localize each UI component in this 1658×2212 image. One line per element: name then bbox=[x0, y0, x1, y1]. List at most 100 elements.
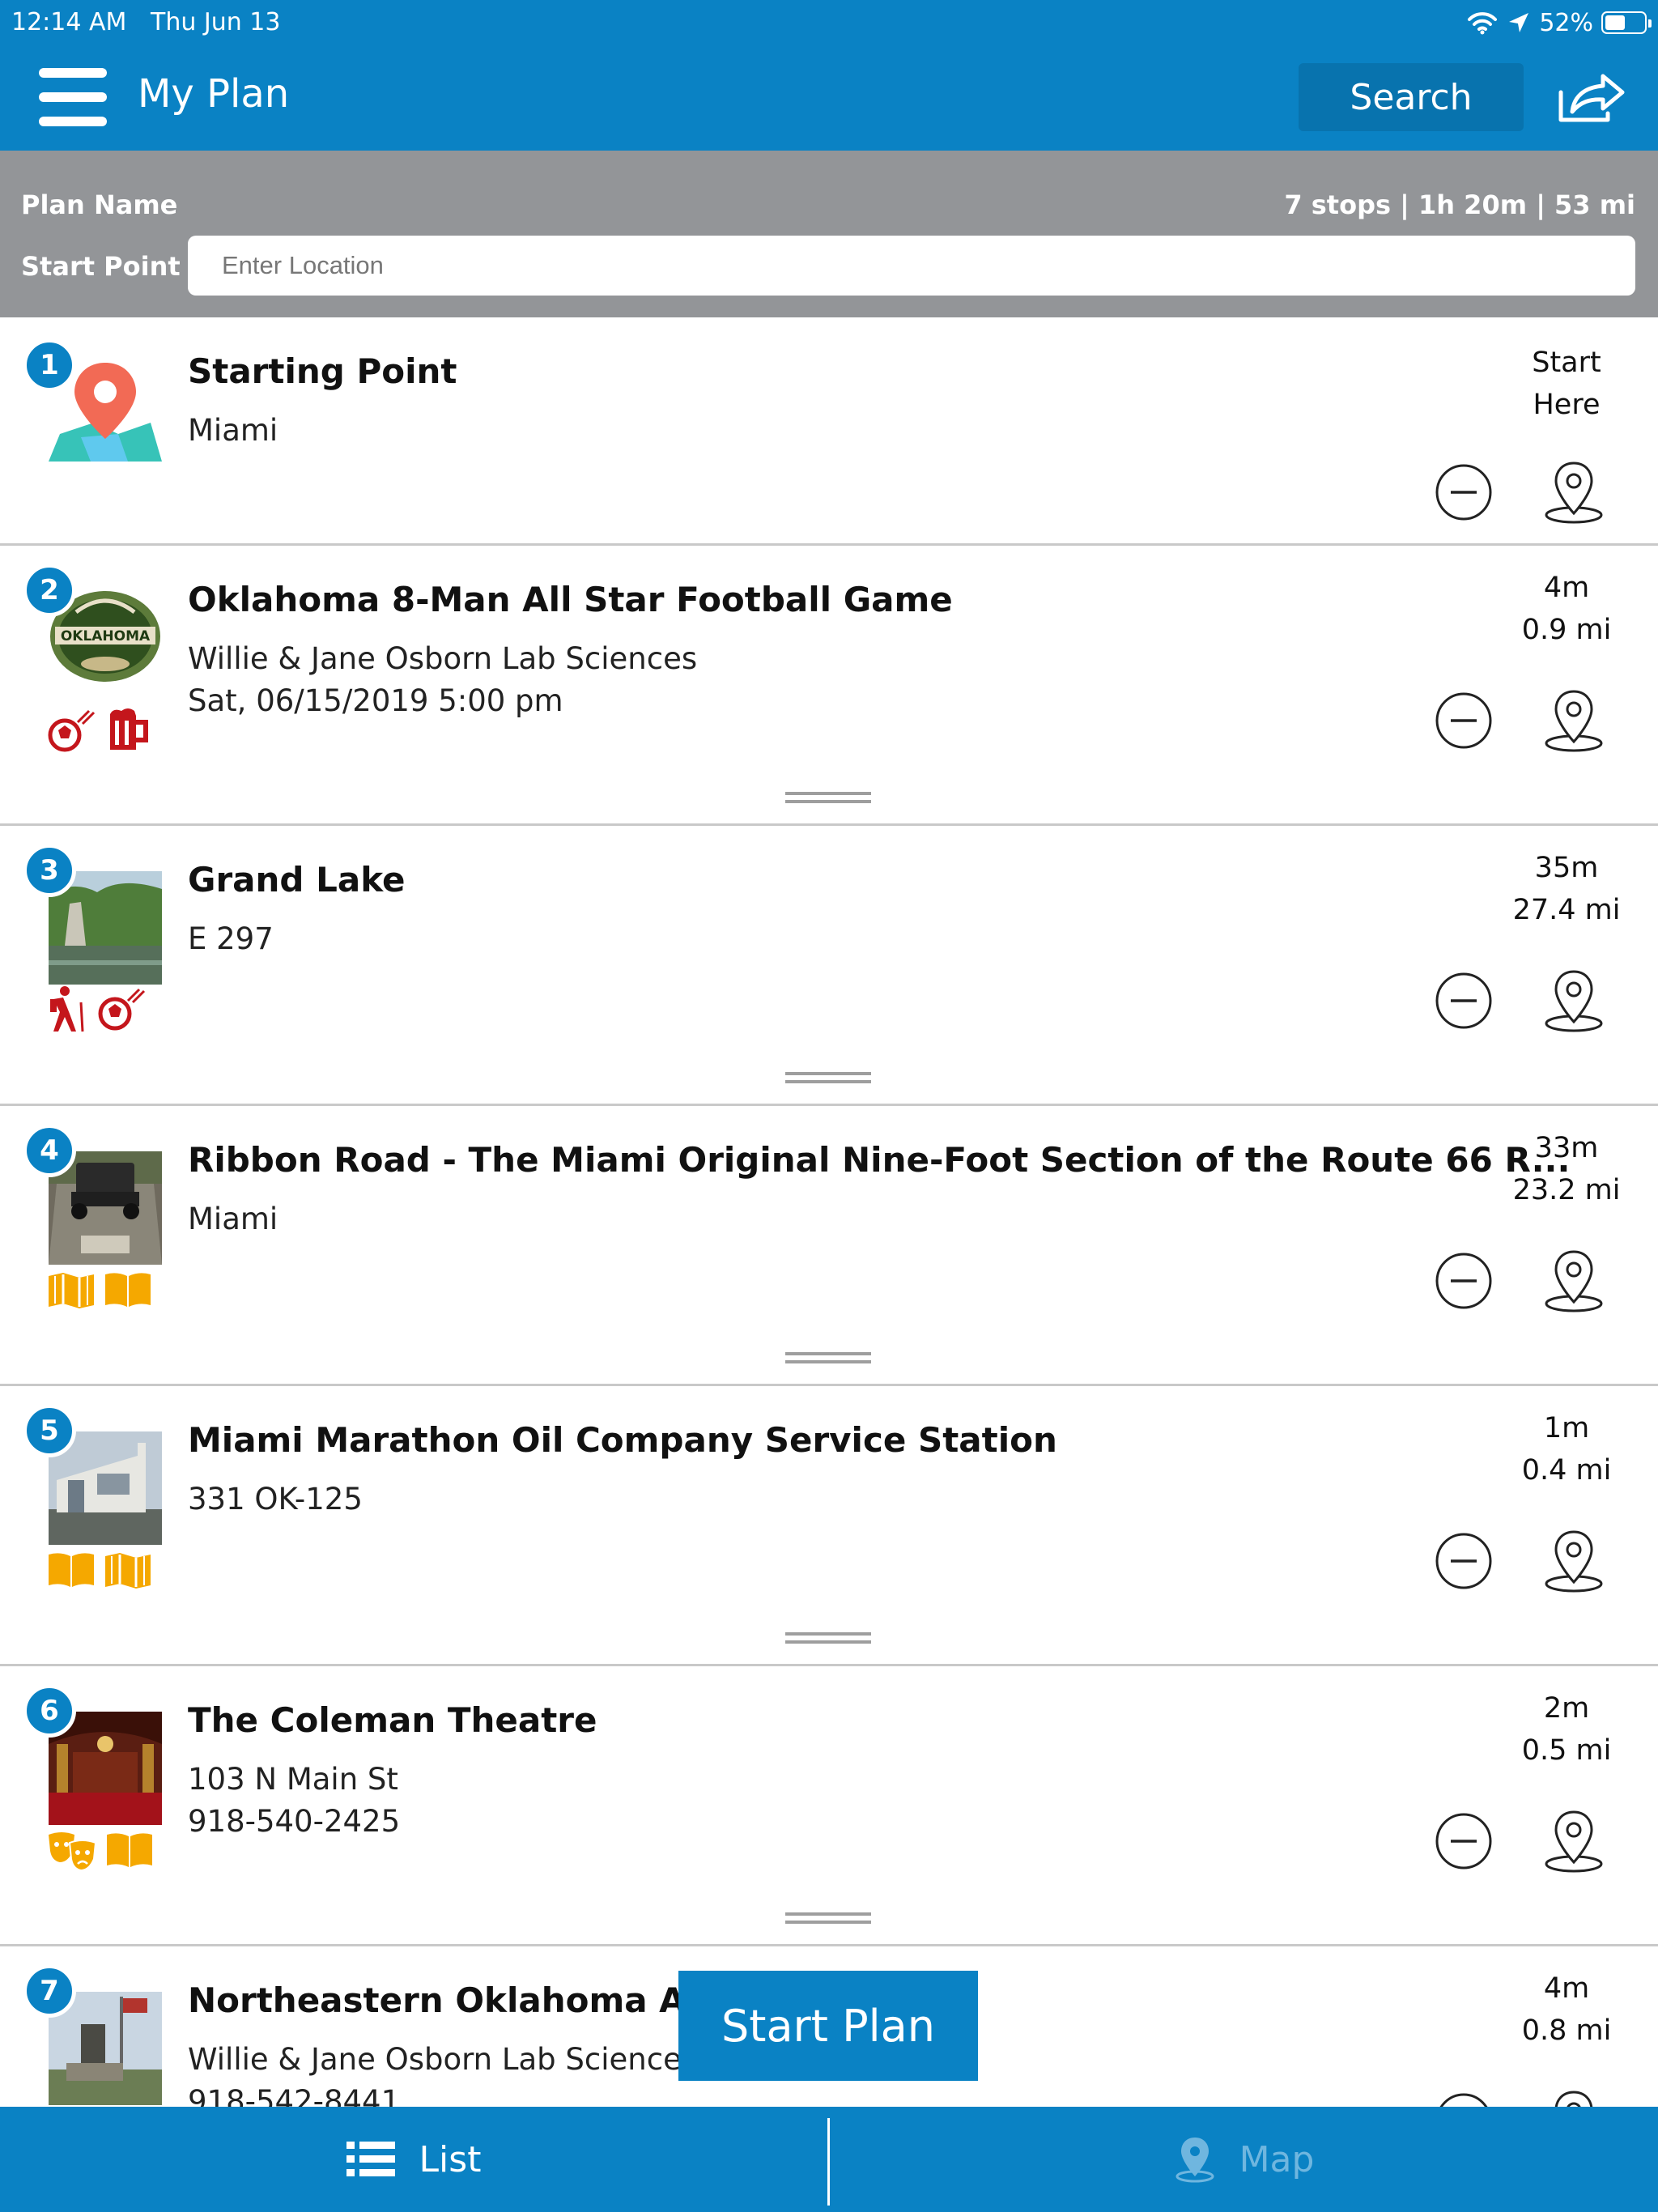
book-icon bbox=[105, 1273, 151, 1307]
battery-percent: 52% bbox=[1539, 8, 1593, 37]
plan-stop[interactable]: 1 Starting Point Miami Start Here bbox=[0, 317, 1658, 546]
start-point-label: Start Point bbox=[21, 251, 181, 282]
bottom-tab-bar: List Map bbox=[0, 2107, 1658, 2212]
map-icon bbox=[105, 1553, 151, 1589]
stop-address: 331 OK-125 bbox=[188, 1482, 363, 1516]
stop-name[interactable]: Northeastern Oklahoma A&M bbox=[188, 1980, 749, 2020]
plan-summary: 7 stops | 1h 20m | 53 mi bbox=[1284, 189, 1635, 220]
travel-time: Start bbox=[1532, 347, 1601, 379]
tab-list-label: List bbox=[419, 2138, 482, 2180]
stop-name[interactable]: Starting Point bbox=[188, 351, 457, 391]
stop-address: Miami bbox=[188, 413, 278, 448]
stop-travel-info: 4m 0.8 mi bbox=[1482, 1967, 1652, 2052]
map-pin-icon[interactable] bbox=[1543, 2089, 1605, 2107]
map-icon bbox=[49, 1273, 94, 1308]
plan-stop[interactable]: 4 Ribbon Road - The Miami Original Nine-… bbox=[0, 1106, 1658, 1386]
travel-time: 2m bbox=[1543, 1692, 1590, 1725]
status-bar: 12:14 AM Thu Jun 13 52% bbox=[11, 6, 1652, 39]
start-plan-button[interactable]: Start Plan bbox=[678, 1971, 978, 2081]
status-time: 12:14 AM bbox=[11, 8, 127, 36]
stop-datetime: Sat, 06/15/2019 5:00 pm bbox=[188, 683, 563, 718]
reorder-handle[interactable] bbox=[785, 1912, 871, 1925]
stop-travel-info: 35m 27.4 mi bbox=[1482, 847, 1652, 931]
stop-name[interactable]: Miami Marathon Oil Company Service Stati… bbox=[188, 1420, 1057, 1460]
stop-number-badge: 4 bbox=[23, 1124, 76, 1177]
page-title: My Plan bbox=[138, 71, 290, 117]
plan-stop[interactable]: 6 The Coleman Theatre 103 N Main St 918-… bbox=[0, 1666, 1658, 1946]
stop-venue: Willie & Jane Osborn Lab Sciences bbox=[188, 2042, 698, 2077]
svg-text:OKLAHOMA: OKLAHOMA bbox=[61, 628, 151, 644]
list-icon bbox=[346, 2142, 395, 2176]
stop-number-badge: 3 bbox=[23, 844, 76, 897]
map-pin-icon[interactable] bbox=[1543, 1809, 1605, 1874]
map-pin-icon bbox=[1175, 2138, 1214, 2183]
stop-travel-info: 1m 0.4 mi bbox=[1482, 1407, 1652, 1491]
start-location-input[interactable] bbox=[188, 236, 1635, 296]
stop-name[interactable]: Grand Lake bbox=[188, 860, 406, 900]
wifi-icon bbox=[1468, 12, 1498, 35]
map-pin-icon[interactable] bbox=[1543, 460, 1605, 525]
stop-travel-info: 2m 0.5 mi bbox=[1482, 1687, 1652, 1772]
tab-map-label: Map bbox=[1239, 2138, 1315, 2180]
stop-address: E 297 bbox=[188, 921, 274, 956]
stop-phone[interactable]: 918-542-8441 bbox=[188, 2084, 400, 2107]
remove-stop-icon[interactable] bbox=[1435, 2092, 1493, 2107]
location-arrow-icon bbox=[1509, 13, 1529, 32]
tab-map[interactable]: Map bbox=[831, 2107, 1658, 2212]
tab-list[interactable]: List bbox=[0, 2107, 827, 2212]
share-icon[interactable] bbox=[1558, 73, 1626, 123]
remove-stop-icon[interactable] bbox=[1435, 463, 1493, 521]
sports-icon bbox=[98, 988, 146, 1031]
stop-number-badge: 6 bbox=[23, 1684, 76, 1738]
travel-distance: 0.9 mi bbox=[1521, 614, 1612, 646]
stop-phone[interactable]: 918-540-2425 bbox=[188, 1804, 400, 1839]
remove-stop-icon[interactable] bbox=[1435, 1812, 1493, 1870]
map-pin-icon[interactable] bbox=[1543, 1249, 1605, 1313]
reorder-handle[interactable] bbox=[785, 1632, 871, 1645]
stop-travel-info: Start Here bbox=[1482, 342, 1652, 426]
status-date: Thu Jun 13 bbox=[151, 8, 281, 36]
stop-number-badge: 5 bbox=[23, 1404, 76, 1457]
stop-travel-info: 4m 0.9 mi bbox=[1482, 567, 1652, 651]
stop-name[interactable]: Ribbon Road - The Miami Original Nine-Fo… bbox=[188, 1140, 1570, 1180]
category-icons bbox=[47, 1551, 152, 1600]
search-button[interactable]: Search bbox=[1299, 63, 1524, 131]
stop-number-badge: 1 bbox=[23, 338, 76, 392]
theater-masks-icon bbox=[49, 1832, 97, 1872]
map-pin-icon[interactable] bbox=[1543, 968, 1605, 1033]
stop-address: 103 N Main St bbox=[188, 1762, 398, 1797]
remove-stop-icon[interactable] bbox=[1435, 691, 1493, 750]
stop-number-badge: 2 bbox=[23, 564, 76, 617]
category-icons bbox=[47, 706, 151, 755]
map-pin-icon[interactable] bbox=[1543, 688, 1605, 753]
remove-stop-icon[interactable] bbox=[1435, 972, 1493, 1030]
remove-stop-icon[interactable] bbox=[1435, 1532, 1493, 1590]
map-pin-icon[interactable] bbox=[1543, 1529, 1605, 1593]
reorder-handle[interactable] bbox=[785, 1352, 871, 1365]
plan-stop[interactable]: 3 Grand Lake E 297 35m 27.4 mi bbox=[0, 826, 1658, 1106]
category-icons bbox=[47, 1271, 152, 1320]
stop-name[interactable]: The Coleman Theatre bbox=[188, 1700, 597, 1740]
stop-number-badge: 7 bbox=[23, 1964, 76, 2018]
travel-distance: 23.2 mi bbox=[1512, 1174, 1621, 1206]
stop-name[interactable]: Oklahoma 8-Man All Star Football Game bbox=[188, 580, 953, 619]
book-icon bbox=[49, 1553, 94, 1587]
category-icons bbox=[47, 985, 147, 1033]
hiking-icon bbox=[50, 986, 84, 1032]
category-icons bbox=[47, 1831, 154, 1880]
stop-address: Miami bbox=[188, 1202, 278, 1236]
beer-mug-icon bbox=[110, 708, 148, 750]
reorder-handle[interactable] bbox=[785, 1072, 871, 1085]
travel-time: 4m bbox=[1543, 1972, 1590, 2005]
reorder-handle[interactable] bbox=[785, 792, 871, 805]
plan-name-label[interactable]: Plan Name bbox=[21, 189, 177, 220]
travel-distance: 0.4 mi bbox=[1521, 1454, 1612, 1487]
remove-stop-icon[interactable] bbox=[1435, 1252, 1493, 1310]
stop-travel-info: 33m 23.2 mi bbox=[1482, 1127, 1652, 1211]
menu-icon[interactable] bbox=[39, 66, 107, 128]
travel-time: 35m bbox=[1534, 852, 1599, 884]
travel-time: 33m bbox=[1534, 1132, 1599, 1164]
status-indicators: 52% bbox=[1466, 6, 1652, 39]
plan-stop[interactable]: OKLAHOMA 2 Oklahoma 8-Man All Star Footb… bbox=[0, 546, 1658, 826]
plan-stop[interactable]: 5 Miami Marathon Oil Company Service Sta… bbox=[0, 1386, 1658, 1666]
